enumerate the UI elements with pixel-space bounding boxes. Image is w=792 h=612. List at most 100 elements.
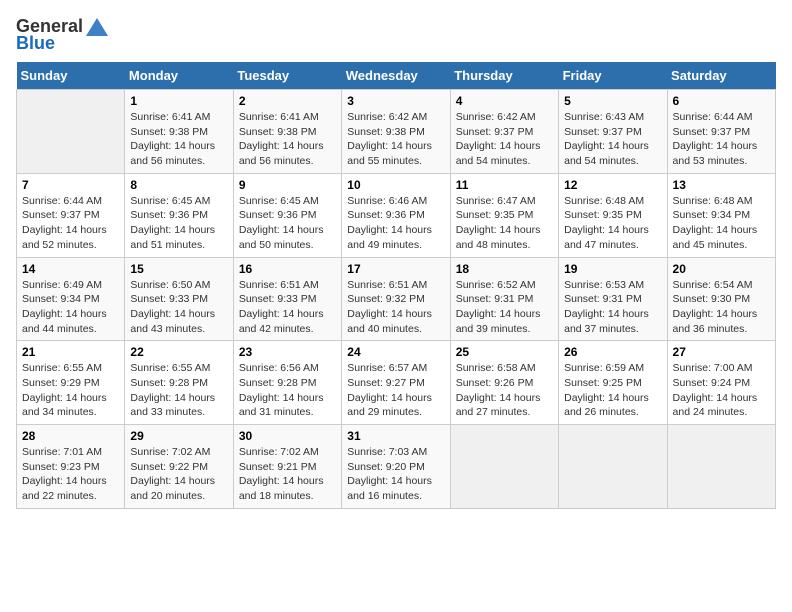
calendar-week-row: 1 Sunrise: 6:41 AMSunset: 9:38 PMDaylight… <box>17 90 776 174</box>
day-number: 27 <box>673 345 770 359</box>
day-number: 2 <box>239 94 336 108</box>
day-info: Sunrise: 6:52 AMSunset: 9:31 PMDaylight:… <box>456 278 553 337</box>
weekday-header-monday: Monday <box>125 62 233 90</box>
day-number: 26 <box>564 345 661 359</box>
day-number: 29 <box>130 429 227 443</box>
day-number: 17 <box>347 262 444 276</box>
day-info: Sunrise: 6:43 AMSunset: 9:37 PMDaylight:… <box>564 110 661 169</box>
day-info: Sunrise: 6:55 AMSunset: 9:29 PMDaylight:… <box>22 361 119 420</box>
calendar-cell: 18Sunrise: 6:52 AMSunset: 9:31 PMDayligh… <box>450 257 558 341</box>
weekday-header-tuesday: Tuesday <box>233 62 341 90</box>
day-info: Sunrise: 7:02 AMSunset: 9:21 PMDaylight:… <box>239 445 336 504</box>
calendar-cell: 13 Sunrise: 6:48 AMSunset: 9:34 PMDayligh… <box>667 173 775 257</box>
calendar-cell: 24Sunrise: 6:57 AMSunset: 9:27 PMDayligh… <box>342 341 450 425</box>
day-number: 22 <box>130 345 227 359</box>
day-info: Sunrise: 6:42 AMSunset: 9:37 PMDaylight:… <box>456 110 553 169</box>
day-info: Sunrise: 6:41 AMSunset: 9:38 PMDaylight:… <box>130 110 227 169</box>
day-info: Sunrise: 6:45 AMSunset: 9:36 PMDaylight:… <box>130 194 227 253</box>
day-info: Sunrise: 6:56 AMSunset: 9:28 PMDaylight:… <box>239 361 336 420</box>
logo-blue-text: Blue <box>16 33 55 54</box>
day-number: 14 <box>22 262 119 276</box>
day-info: Sunrise: 6:48 AMSunset: 9:35 PMDaylight:… <box>564 194 661 253</box>
calendar-cell: 11 Sunrise: 6:47 AMSunset: 9:35 PMDayligh… <box>450 173 558 257</box>
calendar-cell: 5 Sunrise: 6:43 AMSunset: 9:37 PMDaylight… <box>559 90 667 174</box>
calendar-cell: 19 Sunrise: 6:53 AMSunset: 9:31 PMDayligh… <box>559 257 667 341</box>
calendar-cell <box>667 425 775 509</box>
day-info: Sunrise: 6:55 AMSunset: 9:28 PMDaylight:… <box>130 361 227 420</box>
day-number: 24 <box>347 345 444 359</box>
day-number: 20 <box>673 262 770 276</box>
day-info: Sunrise: 6:59 AMSunset: 9:25 PMDaylight:… <box>564 361 661 420</box>
calendar-week-row: 28 Sunrise: 7:01 AMSunset: 9:23 PMDayligh… <box>17 425 776 509</box>
day-info: Sunrise: 6:44 AMSunset: 9:37 PMDaylight:… <box>673 110 770 169</box>
day-number: 30 <box>239 429 336 443</box>
day-info: Sunrise: 6:50 AMSunset: 9:33 PMDaylight:… <box>130 278 227 337</box>
day-number: 8 <box>130 178 227 192</box>
day-number: 13 <box>673 178 770 192</box>
day-info: Sunrise: 7:01 AMSunset: 9:23 PMDaylight:… <box>22 445 119 504</box>
day-number: 5 <box>564 94 661 108</box>
day-info: Sunrise: 6:44 AMSunset: 9:37 PMDaylight:… <box>22 194 119 253</box>
calendar-cell: 27Sunrise: 7:00 AMSunset: 9:24 PMDayligh… <box>667 341 775 425</box>
calendar-cell: 3 Sunrise: 6:42 AMSunset: 9:38 PMDaylight… <box>342 90 450 174</box>
day-number: 4 <box>456 94 553 108</box>
day-number: 3 <box>347 94 444 108</box>
day-number: 10 <box>347 178 444 192</box>
calendar-cell: 15 Sunrise: 6:50 AMSunset: 9:33 PMDayligh… <box>125 257 233 341</box>
day-info: Sunrise: 6:48 AMSunset: 9:34 PMDaylight:… <box>673 194 770 253</box>
day-number: 28 <box>22 429 119 443</box>
calendar-cell: 20 Sunrise: 6:54 AMSunset: 9:30 PMDayligh… <box>667 257 775 341</box>
calendar-cell: 30 Sunrise: 7:02 AMSunset: 9:21 PMDayligh… <box>233 425 341 509</box>
day-number: 1 <box>130 94 227 108</box>
calendar-cell <box>450 425 558 509</box>
day-number: 16 <box>239 262 336 276</box>
day-number: 31 <box>347 429 444 443</box>
day-number: 25 <box>456 345 553 359</box>
day-info: Sunrise: 6:49 AMSunset: 9:34 PMDaylight:… <box>22 278 119 337</box>
day-number: 23 <box>239 345 336 359</box>
day-info: Sunrise: 6:51 AMSunset: 9:33 PMDaylight:… <box>239 278 336 337</box>
day-number: 15 <box>130 262 227 276</box>
day-number: 11 <box>456 178 553 192</box>
calendar-week-row: 7 Sunrise: 6:44 AMSunset: 9:37 PMDaylight… <box>17 173 776 257</box>
day-info: Sunrise: 6:47 AMSunset: 9:35 PMDaylight:… <box>456 194 553 253</box>
day-number: 9 <box>239 178 336 192</box>
calendar-cell: 31 Sunrise: 7:03 AMSunset: 9:20 PMDayligh… <box>342 425 450 509</box>
calendar-cell: 25 Sunrise: 6:58 AMSunset: 9:26 PMDayligh… <box>450 341 558 425</box>
day-info: Sunrise: 6:46 AMSunset: 9:36 PMDaylight:… <box>347 194 444 253</box>
calendar-cell: 22 Sunrise: 6:55 AMSunset: 9:28 PMDayligh… <box>125 341 233 425</box>
day-info: Sunrise: 6:53 AMSunset: 9:31 PMDaylight:… <box>564 278 661 337</box>
day-number: 19 <box>564 262 661 276</box>
day-info: Sunrise: 7:03 AMSunset: 9:20 PMDaylight:… <box>347 445 444 504</box>
calendar-cell: 8 Sunrise: 6:45 AMSunset: 9:36 PMDaylight… <box>125 173 233 257</box>
calendar-cell: 12 Sunrise: 6:48 AMSunset: 9:35 PMDayligh… <box>559 173 667 257</box>
calendar-cell <box>559 425 667 509</box>
weekday-header-wednesday: Wednesday <box>342 62 450 90</box>
calendar-cell: 17Sunrise: 6:51 AMSunset: 9:32 PMDayligh… <box>342 257 450 341</box>
calendar-cell: 16 Sunrise: 6:51 AMSunset: 9:33 PMDayligh… <box>233 257 341 341</box>
calendar-cell: 1 Sunrise: 6:41 AMSunset: 9:38 PMDaylight… <box>125 90 233 174</box>
day-number: 12 <box>564 178 661 192</box>
weekday-header-row: SundayMondayTuesdayWednesdayThursdayFrid… <box>17 62 776 90</box>
calendar-cell: 2 Sunrise: 6:41 AMSunset: 9:38 PMDaylight… <box>233 90 341 174</box>
calendar-cell: 10 Sunrise: 6:46 AMSunset: 9:36 PMDayligh… <box>342 173 450 257</box>
day-number: 6 <box>673 94 770 108</box>
calendar-cell: 28 Sunrise: 7:01 AMSunset: 9:23 PMDayligh… <box>17 425 125 509</box>
logo: General Blue <box>16 16 108 54</box>
day-info: Sunrise: 6:42 AMSunset: 9:38 PMDaylight:… <box>347 110 444 169</box>
calendar-table: SundayMondayTuesdayWednesdayThursdayFrid… <box>16 62 776 509</box>
day-number: 7 <box>22 178 119 192</box>
day-info: Sunrise: 6:54 AMSunset: 9:30 PMDaylight:… <box>673 278 770 337</box>
calendar-cell: 4 Sunrise: 6:42 AMSunset: 9:37 PMDaylight… <box>450 90 558 174</box>
day-info: Sunrise: 7:02 AMSunset: 9:22 PMDaylight:… <box>130 445 227 504</box>
logo-icon <box>86 18 108 36</box>
calendar-cell: 9Sunrise: 6:45 AMSunset: 9:36 PMDaylight… <box>233 173 341 257</box>
calendar-cell <box>17 90 125 174</box>
calendar-week-row: 14 Sunrise: 6:49 AMSunset: 9:34 PMDayligh… <box>17 257 776 341</box>
weekday-header-thursday: Thursday <box>450 62 558 90</box>
weekday-header-sunday: Sunday <box>17 62 125 90</box>
calendar-cell: 7 Sunrise: 6:44 AMSunset: 9:37 PMDaylight… <box>17 173 125 257</box>
day-info: Sunrise: 6:58 AMSunset: 9:26 PMDaylight:… <box>456 361 553 420</box>
day-info: Sunrise: 6:41 AMSunset: 9:38 PMDaylight:… <box>239 110 336 169</box>
calendar-cell: 14 Sunrise: 6:49 AMSunset: 9:34 PMDayligh… <box>17 257 125 341</box>
